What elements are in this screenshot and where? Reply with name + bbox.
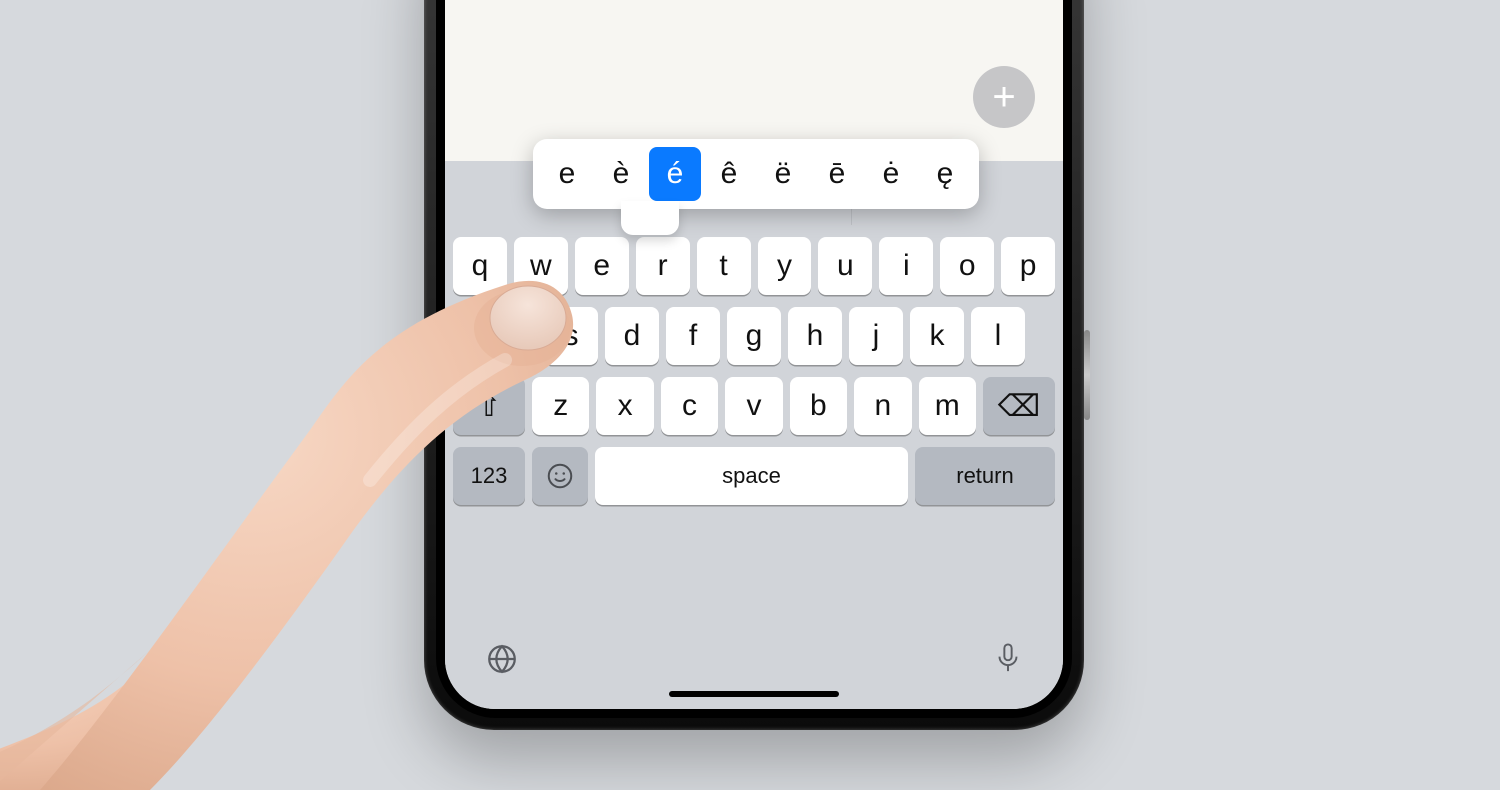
key-u[interactable]: u bbox=[818, 237, 872, 295]
return-key[interactable]: return bbox=[915, 447, 1055, 505]
key-l[interactable]: l bbox=[971, 307, 1025, 365]
key-j[interactable]: j bbox=[849, 307, 903, 365]
mic-icon[interactable] bbox=[993, 642, 1023, 676]
accent-popup-stem bbox=[621, 201, 679, 235]
key-i[interactable]: i bbox=[879, 237, 933, 295]
phone-screen: + e è é ê ë ē ė ę bbox=[445, 0, 1063, 709]
emoji-key[interactable] bbox=[532, 447, 588, 505]
shift-key[interactable]: ⇧ bbox=[453, 377, 525, 435]
plus-icon: + bbox=[992, 77, 1015, 117]
key-r[interactable]: r bbox=[636, 237, 690, 295]
ios-keyboard: q w e r t y u i o p a s d f g h bbox=[445, 161, 1063, 709]
emoji-icon bbox=[545, 461, 575, 491]
keyboard-row-3: ⇧ z x c v b n m ⌫ bbox=[451, 377, 1057, 435]
backspace-key[interactable]: ⌫ bbox=[983, 377, 1055, 435]
key-n[interactable]: n bbox=[854, 377, 911, 435]
key-y[interactable]: y bbox=[758, 237, 812, 295]
phone-device-frame: + e è é ê ë ē ė ę bbox=[424, 0, 1084, 730]
key-s[interactable]: s bbox=[544, 307, 598, 365]
key-t[interactable]: t bbox=[697, 237, 751, 295]
key-e[interactable]: e bbox=[575, 237, 629, 295]
backspace-icon: ⌫ bbox=[998, 389, 1040, 424]
keyboard-row-1: q w e r t y u i o p bbox=[451, 237, 1057, 295]
key-p[interactable]: p bbox=[1001, 237, 1055, 295]
key-d[interactable]: d bbox=[605, 307, 659, 365]
keyboard-row-4: 123 space return bbox=[451, 447, 1057, 505]
key-x[interactable]: x bbox=[596, 377, 653, 435]
key-c[interactable]: c bbox=[661, 377, 718, 435]
accent-option-e-acute[interactable]: é bbox=[649, 147, 701, 201]
key-w[interactable]: w bbox=[514, 237, 568, 295]
accent-option-e[interactable]: e bbox=[541, 147, 593, 201]
numbers-key[interactable]: 123 bbox=[453, 447, 525, 505]
accent-option-e-ogonek[interactable]: ę bbox=[919, 147, 971, 201]
key-m[interactable]: m bbox=[919, 377, 976, 435]
key-a[interactable]: a bbox=[483, 307, 537, 365]
accent-option-e-diaeresis[interactable]: ë bbox=[757, 147, 809, 201]
key-z[interactable]: z bbox=[532, 377, 589, 435]
app-content-area: + bbox=[445, 0, 1063, 161]
shift-icon: ⇧ bbox=[476, 389, 501, 424]
key-q[interactable]: q bbox=[453, 237, 507, 295]
key-h[interactable]: h bbox=[788, 307, 842, 365]
keyboard-row-2: a s d f g h j k l bbox=[451, 307, 1057, 365]
phone-bezel: + e è é ê ë ē ė ę bbox=[436, 0, 1072, 718]
space-key[interactable]: space bbox=[595, 447, 908, 505]
accent-option-e-macron[interactable]: ē bbox=[811, 147, 863, 201]
key-o[interactable]: o bbox=[940, 237, 994, 295]
home-indicator[interactable] bbox=[669, 691, 839, 697]
accent-popup[interactable]: e è é ê ë ē ė ę bbox=[533, 139, 979, 209]
add-button[interactable]: + bbox=[973, 66, 1035, 128]
globe-icon[interactable] bbox=[485, 642, 519, 676]
key-g[interactable]: g bbox=[727, 307, 781, 365]
accent-option-e-grave[interactable]: è bbox=[595, 147, 647, 201]
accent-option-e-dot[interactable]: ė bbox=[865, 147, 917, 201]
key-k[interactable]: k bbox=[910, 307, 964, 365]
key-b[interactable]: b bbox=[790, 377, 847, 435]
accent-option-e-circumflex[interactable]: ê bbox=[703, 147, 755, 201]
key-f[interactable]: f bbox=[666, 307, 720, 365]
key-v[interactable]: v bbox=[725, 377, 782, 435]
